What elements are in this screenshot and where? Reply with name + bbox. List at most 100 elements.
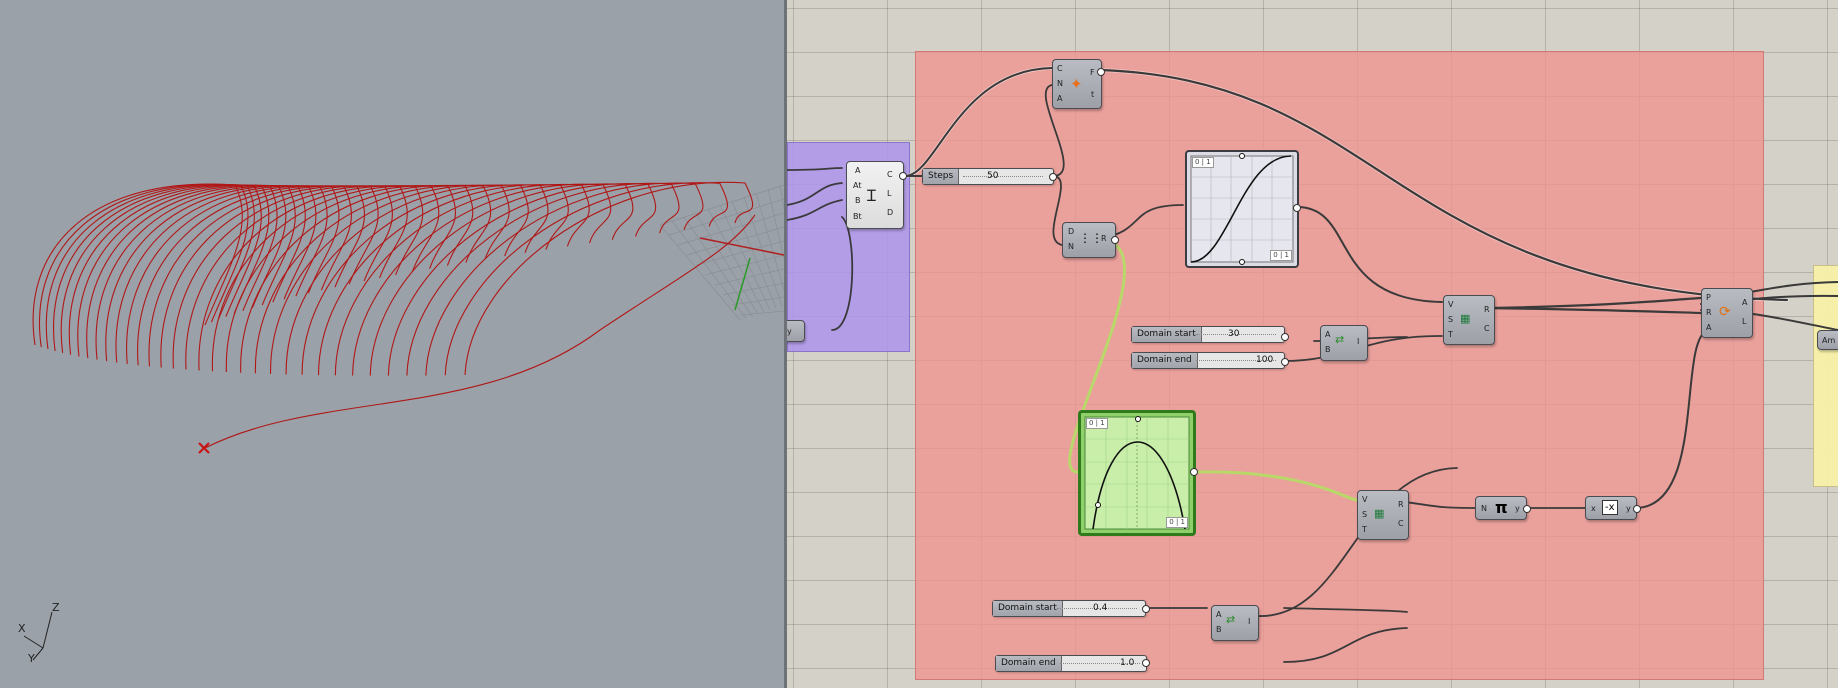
input-a: A	[1216, 610, 1222, 619]
input-v: V	[1362, 495, 1368, 504]
port-dot[interactable]	[1281, 358, 1289, 366]
domain-start-slider-1[interactable]: Domain start 30	[1131, 326, 1285, 343]
section-curve	[39, 183, 249, 348]
graph-plot	[1190, 153, 1294, 265]
output-r: R	[1484, 305, 1490, 314]
input-b: B	[1216, 625, 1222, 634]
component-label: Am	[1822, 336, 1836, 345]
input-bt: Bt	[853, 212, 862, 221]
input-a: A	[1325, 330, 1331, 339]
pi-component[interactable]: N π y	[1475, 496, 1527, 520]
input-t: T	[1448, 330, 1453, 339]
negative-component[interactable]: x -x y	[1585, 496, 1637, 520]
section-curve	[225, 185, 457, 373]
port-dot[interactable]	[1190, 468, 1198, 476]
output-l: L	[1742, 317, 1747, 326]
port-dot[interactable]	[1111, 236, 1119, 244]
construct-domain-component-2[interactable]: A B I ⇄	[1211, 605, 1259, 641]
port-dot[interactable]	[1142, 605, 1150, 613]
graph-mapper-parabola[interactable]: 0 | 1 0 | 1	[1078, 410, 1196, 536]
section-curve	[185, 185, 408, 370]
input-d: D	[1068, 227, 1075, 236]
graph-mapper-sigmoid[interactable]: 0 | 1 0 | 1	[1185, 150, 1299, 268]
output-t: t	[1091, 90, 1095, 99]
slider-label: Steps	[923, 169, 960, 184]
output-i: I	[1357, 337, 1360, 346]
steps-slider[interactable]: Steps 50	[922, 168, 1054, 185]
output-y: y	[1515, 504, 1520, 513]
divide-icon: ✦	[1070, 75, 1083, 93]
yellow-group-component[interactable]: Am	[1817, 330, 1838, 350]
port-dot[interactable]	[1142, 659, 1150, 667]
red-curve-sections	[32, 181, 754, 376]
slider-value: 0.4	[1093, 603, 1108, 613]
expression-fragment[interactable]: y	[787, 320, 805, 342]
section-curve	[105, 185, 317, 362]
domain-icon: ⇄	[1335, 333, 1345, 346]
rotate-icon: ⟳	[1719, 304, 1731, 320]
input-p: P	[1706, 293, 1711, 302]
section-curve	[126, 185, 340, 364]
viewport-geometry	[23, 181, 784, 661]
input-s: S	[1448, 315, 1454, 324]
output-y: y	[1626, 504, 1631, 513]
slider-value: 100	[1256, 355, 1274, 365]
output-c: C	[1484, 324, 1490, 333]
input-x: x	[1591, 504, 1596, 513]
construct-domain-component-1[interactable]: A B I ⇄	[1320, 325, 1368, 361]
group-red[interactable]	[915, 51, 1764, 680]
remap-icon: ▦	[1374, 507, 1385, 520]
slider-label: Domain start	[1132, 327, 1202, 342]
input-b: B	[1325, 345, 1331, 354]
group-yellow[interactable]	[1813, 265, 1838, 487]
rhino-viewport[interactable]: Z X Y	[0, 0, 784, 688]
tween-curve-component[interactable]: A At B Bt C L D Ɪ	[846, 161, 904, 229]
slider-value: 30	[1228, 329, 1240, 339]
input-v: V	[1448, 300, 1454, 309]
domain-end-slider-2[interactable]: Domain end 1.0	[995, 655, 1147, 672]
section-curve	[352, 183, 612, 376]
section-curve	[369, 183, 634, 376]
domain-icon: ⇄	[1226, 613, 1236, 626]
slider-value: 1.0	[1120, 658, 1135, 668]
input-n: N	[1068, 242, 1074, 251]
input-r: R	[1706, 308, 1712, 317]
input-b: B	[855, 196, 861, 205]
range-component[interactable]: D N R ⋮⋮	[1062, 222, 1116, 258]
pi-icon: π	[1495, 498, 1508, 517]
input-s: S	[1362, 510, 1368, 519]
output-r: R	[1398, 500, 1404, 509]
section-curve	[198, 185, 424, 371]
input-n: N	[1057, 79, 1063, 88]
output-c: C	[887, 170, 893, 179]
port-dot[interactable]	[1523, 505, 1531, 513]
axis-label-z: Z	[52, 601, 60, 614]
port-dot[interactable]	[1633, 505, 1641, 513]
remap-numbers-component-1[interactable]: V S T R C ▦	[1443, 295, 1495, 345]
section-curve	[270, 184, 510, 374]
remap-icon: ▦	[1460, 312, 1471, 325]
remap-numbers-component-2[interactable]: V S T R C ▦	[1357, 490, 1409, 540]
grid-line	[683, 216, 753, 317]
input-n: N	[1481, 504, 1487, 513]
divide-curve-component[interactable]: C N A F t ✦	[1052, 59, 1102, 109]
port-dot[interactable]	[1293, 204, 1301, 212]
slider-label: Domain start	[993, 601, 1063, 616]
output-y: y	[787, 327, 792, 336]
grid-line	[767, 188, 784, 261]
grid-line	[740, 310, 784, 316]
output-a: A	[1742, 298, 1748, 307]
port-dot[interactable]	[1097, 68, 1105, 76]
graph-domain-tag: 0 | 1	[1192, 157, 1214, 168]
port-dot[interactable]	[1281, 333, 1289, 341]
grid-line	[659, 224, 741, 321]
grasshopper-canvas[interactable]: A At B Bt C L D Ɪ y Steps 50 C N A F t ✦…	[787, 0, 1838, 688]
domain-start-slider-2[interactable]: Domain start 0.4	[992, 600, 1146, 617]
rotate-component[interactable]: P R A A L ⟳	[1701, 288, 1753, 338]
port-dot[interactable]	[899, 172, 907, 180]
output-i: I	[1248, 617, 1251, 626]
graph-plot	[1084, 416, 1190, 530]
grid-line	[686, 226, 784, 256]
port-dot[interactable]	[1049, 173, 1057, 181]
domain-end-slider-1[interactable]: Domain end 100	[1131, 352, 1285, 369]
